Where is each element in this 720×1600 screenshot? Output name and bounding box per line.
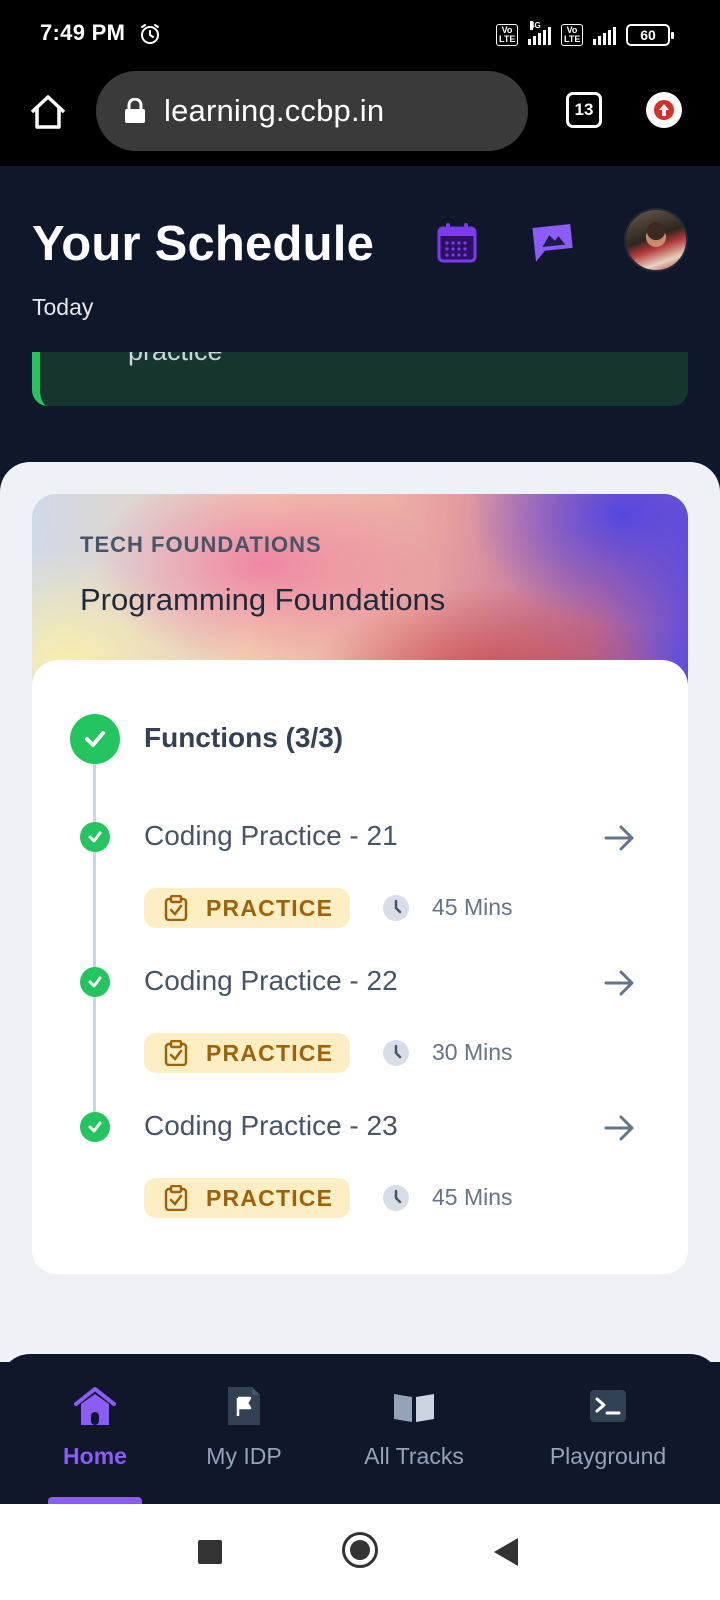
module-complete-check-icon	[70, 714, 120, 764]
arrow-up-icon	[654, 100, 674, 120]
course-name: Programming Foundations	[80, 582, 446, 617]
item-duration: 30 Mins	[432, 1039, 513, 1065]
avatar[interactable]	[624, 208, 688, 272]
item-title[interactable]: Coding Practice - 22	[144, 965, 398, 997]
arrow-right-icon[interactable]	[602, 965, 638, 1001]
badge-label: PRACTICE	[206, 1039, 334, 1066]
status-time: 7:49 PM	[40, 20, 126, 45]
module-title: Functions (3/3)	[144, 722, 344, 753]
practice-item[interactable]: Coding Practice - 22 PRACTICE 30 Mins	[32, 953, 688, 1083]
nav-label-my-idp: My IDP	[206, 1443, 282, 1469]
item-complete-check-icon	[80, 822, 110, 852]
tab-switcher-button[interactable]: 13	[566, 92, 602, 128]
practice-badge: PRACTICE	[144, 888, 350, 928]
nav-item-playground[interactable]: Playground	[540, 1384, 676, 1470]
address-bar[interactable]: learning.ccbp.in	[96, 71, 528, 151]
page-title: Your Schedule	[32, 217, 375, 271]
nav-label-home: Home	[63, 1443, 127, 1469]
item-title[interactable]: Coding Practice - 21	[144, 820, 398, 852]
content-panel: TECH FOUNDATIONS Programming Foundations…	[0, 462, 720, 1362]
badge-label: PRACTICE	[206, 1184, 334, 1211]
battery-icon: 60	[626, 24, 674, 46]
course-card: TECH FOUNDATIONS Programming Foundations…	[32, 494, 688, 1274]
arrow-right-icon[interactable]	[602, 1110, 638, 1146]
clock-icon	[383, 895, 409, 921]
nav-label-playground: Playground	[549, 1443, 667, 1469]
lock-icon	[125, 98, 145, 123]
item-complete-check-icon	[80, 1112, 110, 1142]
clipboard-check-icon	[164, 895, 188, 921]
browser-toolbar: learning.ccbp.in 13	[0, 68, 720, 166]
clock-icon	[383, 1040, 409, 1066]
previous-schedule-card[interactable]: practice	[32, 352, 688, 406]
clock-icon	[383, 1185, 409, 1211]
network-type-label: 4G	[530, 21, 541, 30]
url-text: learning.ccbp.in	[164, 93, 385, 128]
clipboard-check-icon	[164, 1040, 188, 1066]
arrow-right-icon[interactable]	[602, 820, 638, 856]
nav-item-my-idp[interactable]: My IDP	[196, 1384, 292, 1470]
signal-icon-sim1: 4G	[528, 21, 551, 45]
item-complete-check-icon	[80, 967, 110, 997]
item-duration: 45 Mins	[432, 1184, 513, 1210]
clipboard-check-icon	[164, 1185, 188, 1211]
item-title[interactable]: Coding Practice - 23	[144, 1110, 398, 1142]
nav-item-home[interactable]: Home	[54, 1384, 136, 1470]
previous-card-text: practice	[128, 352, 223, 367]
nav-item-all-tracks[interactable]: All Tracks	[354, 1384, 474, 1470]
book-icon	[394, 1394, 434, 1422]
status-bar: 7:49 PM Vo LTE 4G Vo LTE 60	[0, 0, 720, 68]
badge-label: PRACTICE	[206, 894, 334, 921]
date-label: Today	[32, 294, 94, 320]
volte-badge-sim1: Vo LTE	[496, 24, 518, 46]
volte-badge-sim2: Vo LTE	[561, 24, 583, 46]
system-nav-bar	[0, 1504, 720, 1600]
bottom-nav: Home My IDP All Tracks Playground	[0, 1354, 720, 1504]
system-home-icon[interactable]	[342, 1532, 378, 1568]
alarm-icon	[141, 24, 159, 44]
signal-icon-sim2	[593, 25, 616, 45]
practice-item[interactable]: Coding Practice - 23 PRACTICE 45 Mins	[32, 1098, 688, 1228]
back-icon[interactable]	[494, 1538, 518, 1566]
active-nav-indicator	[48, 1497, 142, 1504]
terminal-icon	[590, 1390, 626, 1422]
course-body: Functions (3/3) Coding Practice - 21 PRA…	[32, 660, 688, 1274]
practice-badge: PRACTICE	[144, 1033, 350, 1073]
nav-label-all-tracks: All Tracks	[364, 1443, 464, 1469]
home-icon	[74, 1387, 116, 1425]
item-duration: 45 Mins	[432, 894, 513, 920]
feedback-chat-icon[interactable]	[528, 220, 576, 264]
flag-document-icon	[228, 1387, 260, 1425]
recent-apps-icon[interactable]	[198, 1540, 222, 1564]
browser-home-icon[interactable]	[26, 90, 70, 134]
course-category: TECH FOUNDATIONS	[80, 532, 322, 557]
status-icons: Vo LTE 4G Vo LTE 60	[496, 21, 674, 48]
schedule-header: Your Schedule Today practice	[0, 166, 720, 466]
calendar-icon[interactable]	[436, 222, 478, 264]
practice-badge: PRACTICE	[144, 1178, 350, 1218]
browser-update-icon[interactable]	[646, 92, 682, 128]
practice-item[interactable]: Coding Practice - 21 PRACTICE 45 Mins	[32, 808, 688, 938]
